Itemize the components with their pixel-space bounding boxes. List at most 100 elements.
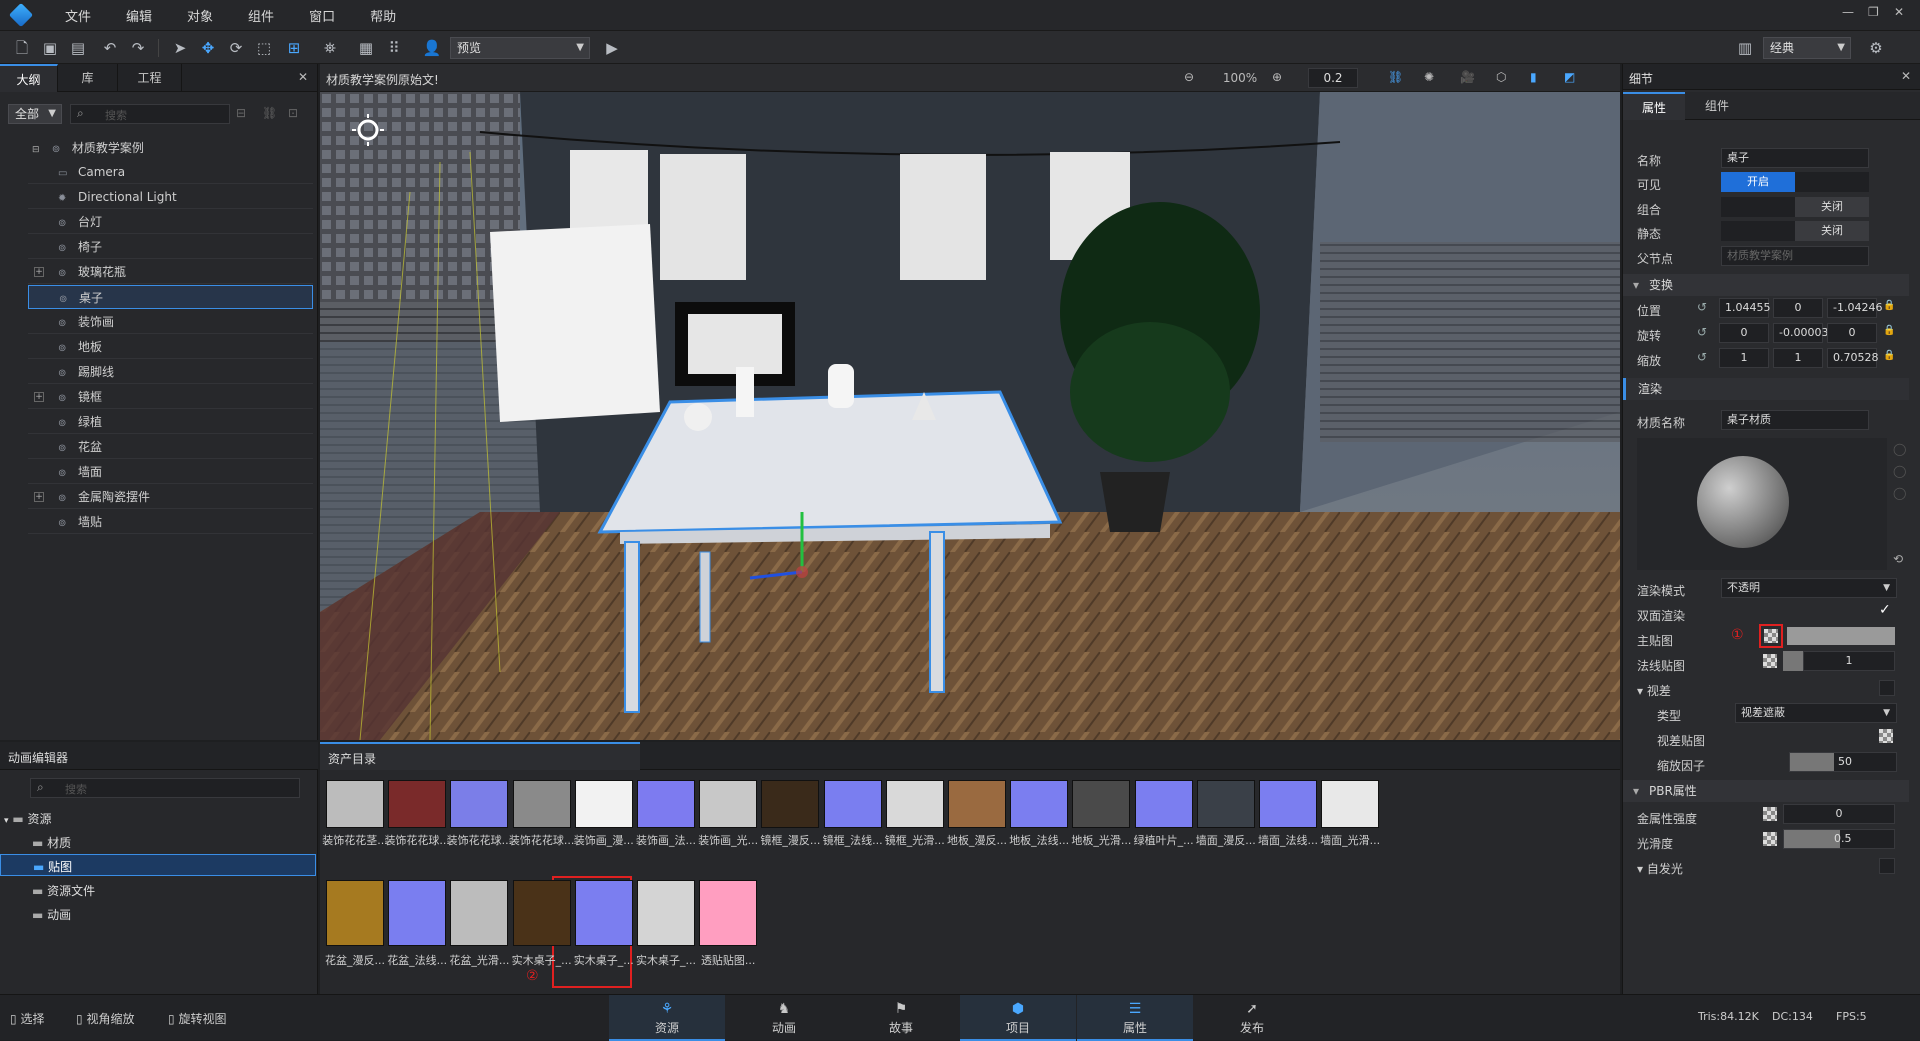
select-mode[interactable]: ▯ 选择 — [10, 1010, 44, 1027]
tree-item[interactable]: ⊚ 墙贴 — [28, 510, 313, 534]
asset-thumbnail[interactable] — [637, 880, 695, 946]
zoom-in-icon[interactable]: ⊕ — [1272, 70, 1282, 84]
camera-icon[interactable]: 🎥 — [1460, 70, 1475, 84]
tree-item[interactable]: ⊚ 装饰画 — [28, 310, 313, 334]
main-map-slot[interactable] — [1759, 624, 1783, 648]
light-icon[interactable]: ▮ — [1530, 70, 1537, 84]
tree-item[interactable]: ⊚ 桌子 — [28, 285, 313, 309]
tree-item[interactable]: ⊚ 镜框 — [28, 385, 313, 409]
tab-library[interactable]: 库 — [58, 64, 118, 92]
save-all-icon[interactable]: ▤ — [68, 38, 88, 58]
reset-icon[interactable]: ↺ — [1697, 300, 1707, 314]
rotation-z[interactable]: 0 — [1827, 323, 1877, 343]
new-file-icon[interactable]: 🗋 — [12, 38, 32, 58]
position-x[interactable]: 1.04455 — [1719, 298, 1771, 318]
menu-edit[interactable]: 编辑 — [111, 6, 172, 25]
tree-root[interactable]: ⊟ ⊚ 材质教学案例 — [28, 136, 313, 160]
scale-tool-icon[interactable]: ⬚ — [254, 38, 274, 58]
rotation-y[interactable]: -0.00003 — [1773, 323, 1828, 343]
visible-toggle[interactable]: 开启 — [1721, 172, 1869, 192]
emissive-checkbox[interactable] — [1879, 858, 1895, 874]
group-toggle[interactable]: 关闭 — [1721, 197, 1869, 217]
tree-item[interactable]: ⊚ 墙面 — [28, 460, 313, 484]
transform-section[interactable]: 变换 — [1623, 274, 1909, 296]
tab-components[interactable]: 组件 — [1685, 92, 1749, 120]
asset-thumbnail[interactable] — [1259, 780, 1317, 828]
tab-publish[interactable]: ➚ 发布 — [1194, 995, 1310, 1041]
asset-thumbnail[interactable] — [1196, 780, 1255, 828]
filter-icon[interactable]: ⊟ — [236, 106, 246, 120]
lock-icon[interactable]: 🔒 — [1883, 300, 1895, 311]
tree-materials[interactable]: ▬ 材质 — [32, 834, 71, 851]
filter-select[interactable]: 全部 ▼ — [8, 104, 62, 124]
scene-render[interactable] — [320, 92, 1620, 740]
rotate-tool-icon[interactable]: ⟳ — [226, 38, 246, 58]
tree-item[interactable]: ⊚ 台灯 — [28, 210, 313, 234]
preview-option-icon[interactable]: ◯ — [1893, 486, 1906, 500]
scene-viewport[interactable]: 材质教学案例原始文! ⊖ 100% ⊕ 0.2 ⛓ ✺ 🎥 ⬡ ▮ ◩ — [320, 64, 1620, 740]
play-icon[interactable]: ▶ — [602, 38, 622, 58]
tab-properties[interactable]: ☰ 属性 — [1077, 995, 1193, 1041]
group-toggle-off[interactable]: 关闭 — [1795, 197, 1869, 217]
normal-map-slider[interactable] — [1783, 651, 1803, 671]
tab-animation[interactable]: ♞ 动画 — [726, 995, 842, 1041]
tree-item[interactable]: ⊚ 地板 — [28, 335, 313, 359]
tree-item[interactable]: ⊚ 金属陶瓷摆件 — [28, 485, 313, 509]
visible-toggle-on[interactable]: 开启 — [1721, 172, 1795, 192]
asset-thumbnail[interactable] — [574, 780, 633, 828]
tree-item[interactable]: ⊚ 踢脚线 — [28, 360, 313, 384]
link-icon[interactable]: ⛓ — [1388, 70, 1403, 84]
texture-icon[interactable] — [1763, 807, 1777, 821]
preview-option-icon[interactable]: ◯ — [1893, 464, 1906, 478]
avatar-icon[interactable]: 👤 — [422, 38, 442, 58]
asset-thumbnail[interactable] — [1321, 780, 1380, 828]
name-field[interactable]: 桌子 — [1721, 148, 1869, 168]
asset-thumbnail[interactable] — [450, 780, 509, 828]
tree-textures[interactable]: ▬ 贴图 — [0, 854, 316, 876]
zoom-view-mode[interactable]: ▯ 视角缩放 — [76, 1010, 134, 1027]
lock-icon[interactable]: 🔒 — [1883, 350, 1895, 361]
tree-item[interactable]: ▭ Camera — [28, 160, 313, 184]
asset-thumbnail[interactable] — [699, 880, 758, 946]
dot-grid-icon[interactable]: ⠿ — [384, 38, 404, 58]
parallax-checkbox[interactable] — [1879, 680, 1895, 696]
menu-file[interactable]: 文件 — [50, 6, 111, 25]
scale-x[interactable]: 1 — [1719, 348, 1769, 368]
render-mode-select[interactable]: 不透明 ▼ — [1721, 578, 1897, 598]
menu-component[interactable]: 组件 — [233, 6, 294, 25]
parallax-section[interactable]: ▾ 视差 — [1637, 682, 1671, 699]
tree-animations[interactable]: ▬ 动画 — [32, 906, 71, 923]
tab-project[interactable]: ⬢ 项目 — [960, 995, 1076, 1041]
pbr-section[interactable]: PBR属性 — [1623, 780, 1909, 802]
asset-thumbnail[interactable] — [823, 780, 882, 828]
zoom-out-icon[interactable]: ⊖ — [1184, 70, 1194, 84]
tree-item[interactable]: ⊚ 花盆 — [28, 435, 313, 459]
undo-icon[interactable]: ↶ — [100, 38, 120, 58]
asset-thumbnail[interactable] — [388, 880, 447, 946]
preview-mode-select[interactable]: 预览 ▼ — [450, 37, 590, 59]
asset-thumbnail[interactable] — [1134, 780, 1193, 828]
step-input[interactable]: 0.2 — [1308, 68, 1358, 88]
render-section[interactable]: 渲染 — [1623, 378, 1909, 400]
grid-toggle-icon[interactable]: ◩ — [1564, 70, 1575, 84]
static-toggle-off[interactable]: 关闭 — [1795, 221, 1869, 241]
tree-resources[interactable]: ▾ ▬ 资源 — [4, 810, 52, 827]
minimize-icon[interactable]: — — [1842, 5, 1854, 19]
asset-thumbnail[interactable] — [637, 780, 695, 828]
redo-icon[interactable]: ↷ — [128, 38, 148, 58]
static-toggle[interactable]: 关闭 — [1721, 221, 1869, 241]
reset-icon[interactable]: ↺ — [1697, 350, 1707, 364]
resource-search-input[interactable]: ⌕ 搜索 — [30, 778, 300, 798]
tree-item[interactable]: ⊚ 绿植 — [28, 410, 313, 434]
main-map-color[interactable] — [1787, 627, 1895, 645]
asset-thumbnail[interactable] — [1010, 780, 1069, 828]
asset-thumbnail[interactable] — [512, 880, 571, 946]
metal-field[interactable]: 0 — [1783, 804, 1895, 824]
rotate-view-mode[interactable]: ▯ 旋转视图 — [168, 1010, 226, 1027]
tree-item[interactable]: ✹ Directional Light — [28, 185, 313, 209]
scale-z[interactable]: 0.70528 — [1827, 348, 1879, 368]
tab-project[interactable]: 工程 — [118, 64, 182, 92]
link-icon[interactable]: ⛓ — [262, 106, 277, 120]
asset-thumbnail[interactable] — [512, 780, 571, 828]
cube-icon[interactable]: ⬡ — [1496, 70, 1506, 84]
